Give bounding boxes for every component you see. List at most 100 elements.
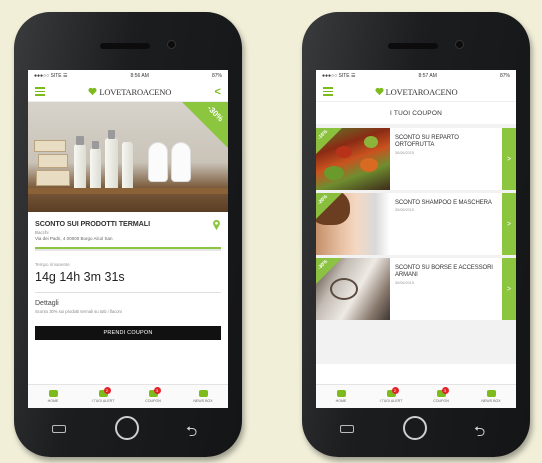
coupon-card[interactable]: -30% SCONTO SU BORSE E ACCESSORI ARMANI … (316, 258, 516, 320)
right-phone: ●●●○○ SITE ☰ 8:57 AM 87% LOVETAROACENO I… (302, 12, 530, 457)
soap-box (38, 154, 68, 168)
coupon-icon: 3 (436, 387, 449, 397)
coupon-thumbnail: -30% (316, 258, 390, 320)
hardware-back-icon[interactable]: ⮌ (474, 421, 485, 445)
heart-logo-icon (375, 87, 384, 96)
dispenser (148, 142, 168, 182)
coupon-address: Via dei Padri, 4 00000 Borgo Alcol San (35, 236, 113, 241)
nav-label: COUPON (145, 399, 161, 403)
bottom-nav: HOME 2 I TUOI ALERT 3 COUPON NEWS BOX (28, 384, 228, 408)
app-logo: LOVETAROACENO (375, 87, 458, 97)
nav-badge: 2 (391, 387, 399, 394)
status-carrier: ●●●○○ SITE ☰ (322, 73, 356, 79)
coupon-detail-screen: ●●●○○ SITE ☰ 8:56 AM 87% LOVETAROACENO < (28, 70, 228, 408)
dispenser (171, 142, 191, 182)
details-heading: Dettagli (35, 300, 59, 307)
home-icon (336, 390, 346, 397)
coupon-title: SCONTO SHAMPOO E MASCHERA (395, 200, 492, 206)
hardware-home-button[interactable] (403, 416, 427, 440)
nav-coupon[interactable]: 3 COUPON (416, 385, 466, 408)
nav-label: NEWS BOX (481, 399, 501, 403)
logo-text: LOVETAROACENO (385, 86, 458, 97)
chevron-right-icon[interactable]: > (502, 193, 516, 255)
status-time: 8:56 AM (130, 73, 149, 79)
nav-badge: 3 (153, 387, 161, 394)
hamburger-menu-icon[interactable] (35, 87, 45, 96)
mail-icon (198, 390, 208, 397)
phone-speaker (100, 43, 150, 49)
nav-news[interactable]: NEWS BOX (466, 385, 516, 408)
left-phone: ●●●○○ SITE ☰ 8:56 AM 87% LOVETAROACENO < (14, 12, 242, 457)
heart-logo-icon (88, 87, 97, 96)
nav-label: I TUOI ALERT (379, 399, 403, 403)
home-icon (48, 390, 58, 397)
nav-label: HOME (335, 399, 347, 403)
details-text: Sconto 30% sui prodotti termali su tutti… (35, 309, 122, 314)
coupon-title: SCONTO SUI PRODOTTI TERMALI (35, 219, 150, 228)
coupon-thumbnail: -20% (316, 193, 390, 255)
coupon-date: 30/06/2015 (395, 280, 415, 285)
hardware-menu-button[interactable] (52, 425, 66, 433)
coupon-list: -10% SCONTO SU REPARTO ORTOFRUTTA 30/06/… (316, 124, 516, 364)
soap-box (36, 170, 70, 186)
hardware-buttons: ⮌ (302, 413, 530, 443)
nav-badge: 2 (103, 387, 111, 394)
coupon-card[interactable]: -20% SCONTO SHAMPOO E MASCHERA 30/06/201… (316, 193, 516, 255)
nav-alerts[interactable]: 2 I TUOI ALERT (366, 385, 416, 408)
phone-speaker (388, 43, 438, 49)
hardware-menu-button[interactable] (340, 425, 354, 433)
coupon-card[interactable]: -10% SCONTO SU REPARTO ORTOFRUTTA 30/06/… (316, 128, 516, 190)
bottle (90, 148, 101, 190)
nav-home[interactable]: HOME (28, 385, 78, 408)
bell-icon: 2 (98, 387, 111, 397)
phone-camera (455, 40, 464, 49)
nav-label: I TUOI ALERT (91, 399, 115, 403)
coupon-date: 30/06/2015 (395, 208, 415, 213)
get-coupon-button[interactable]: PRENDI COUPON (35, 326, 221, 340)
hardware-buttons: ⮌ (14, 413, 242, 443)
soap-box (34, 140, 66, 152)
nav-label: COUPON (433, 399, 449, 403)
status-carrier: ●●●○○ SITE ☰ (34, 73, 68, 79)
logo-text: LOVETAROACENO (99, 86, 172, 97)
chevron-right-icon[interactable]: > (502, 128, 516, 190)
chevron-right-icon[interactable]: > (502, 258, 516, 320)
coupon-title: SCONTO SU BORSE E ACCESSORI ARMANI (395, 265, 493, 279)
bottle (105, 138, 118, 190)
coupon-icon: 3 (148, 387, 161, 397)
bottom-nav: HOME 2 I TUOI ALERT 3 COUPON NEWS BOX (316, 384, 516, 408)
coupon-store: Bacchi (35, 230, 49, 235)
status-time: 8:57 AM (418, 73, 437, 79)
nav-news[interactable]: NEWS BOX (178, 385, 228, 408)
bottle-cap (108, 130, 115, 139)
status-battery: 87% (211, 73, 222, 79)
nav-alerts[interactable]: 2 I TUOI ALERT (78, 385, 128, 408)
bottle-cap (92, 141, 99, 149)
countdown-timer: 14g 14h 3m 31s (35, 270, 125, 284)
nav-coupon[interactable]: 3 COUPON (128, 385, 178, 408)
nav-label: NEWS BOX (193, 399, 213, 403)
app-header: LOVETAROACENO < (28, 82, 228, 102)
coupon-list-screen: ●●●○○ SITE ☰ 8:57 AM 87% LOVETAROACENO I… (316, 70, 516, 408)
status-bar: ●●●○○ SITE ☰ 8:56 AM 87% (28, 70, 228, 82)
hardware-back-icon[interactable]: ⮌ (186, 421, 197, 445)
bottle-cap (76, 136, 84, 145)
back-chevron-icon[interactable]: < (215, 86, 221, 98)
hardware-home-button[interactable] (115, 416, 139, 440)
coupon-thumbnail: -10% (316, 128, 390, 190)
nav-home[interactable]: HOME (316, 385, 366, 408)
product-photo: -30% (28, 102, 228, 212)
coupon-title-row: SCONTO SUI PRODOTTI TERMALI Bacchi Via d… (28, 212, 228, 241)
mail-icon (486, 390, 496, 397)
page-title: I TUOI COUPON (390, 109, 442, 117)
bottle (74, 144, 86, 190)
hamburger-menu-icon[interactable] (323, 87, 333, 96)
status-bar: ●●●○○ SITE ☰ 8:57 AM 87% (316, 70, 516, 82)
bottle (122, 142, 133, 190)
timer-label: Tempo rimanente (35, 262, 70, 267)
phone-camera (167, 40, 176, 49)
shelf (28, 188, 228, 194)
nav-badge: 3 (441, 387, 449, 394)
app-header: LOVETAROACENO (316, 82, 516, 102)
location-pin-icon[interactable] (212, 219, 221, 231)
